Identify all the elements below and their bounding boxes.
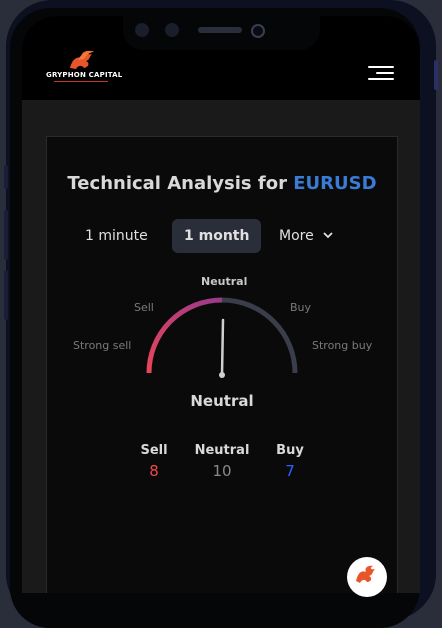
side-button — [434, 60, 438, 90]
tab-more[interactable]: More — [279, 219, 334, 253]
count-sell-label: Sell — [140, 443, 168, 458]
title-prefix: Technical Analysis for — [67, 173, 287, 194]
tab-1-minute[interactable]: 1 minute — [85, 219, 148, 253]
notch-sensor — [165, 23, 179, 37]
side-button — [4, 270, 8, 320]
chevron-down-icon — [323, 232, 333, 239]
hamburger-icon[interactable] — [368, 66, 394, 80]
count-buy-value: 7 — [285, 462, 295, 480]
phone-notch — [123, 10, 320, 50]
side-button — [4, 210, 8, 260]
count-sell: Sell 8 — [119, 443, 189, 480]
count-buy-label: Buy — [276, 443, 304, 458]
count-buy: Buy 7 — [255, 443, 325, 480]
interval-tabs: 1 minute 1 month More — [47, 219, 397, 253]
gauge-needle-hub — [219, 372, 225, 378]
notch-speaker — [198, 27, 242, 33]
brand-underline — [54, 81, 108, 82]
count-sell-value: 8 — [149, 462, 159, 480]
gauge-needle — [220, 318, 225, 377]
camera-icon — [251, 24, 265, 38]
gauge-dial — [146, 297, 298, 378]
gauge-arc-buy — [221, 297, 298, 374]
count-neutral-value: 10 — [212, 462, 232, 480]
phone-screen: GRYPHON CAPITAL Technical Analysis for E… — [22, 16, 420, 593]
brand-name: GRYPHON CAPITAL — [46, 71, 123, 79]
sentiment-gauge: Neutral Sell Buy Strong sell Strong buy — [47, 275, 397, 397]
brand-logo[interactable]: GRYPHON CAPITAL — [46, 48, 123, 88]
gryphon-logo-icon — [356, 565, 375, 583]
floating-logo-button[interactable] — [347, 557, 387, 597]
symbol-link[interactable]: EURUSD — [293, 173, 376, 194]
count-neutral-label: Neutral — [194, 443, 250, 458]
gryphon-logo-icon — [70, 50, 94, 69]
count-neutral: Neutral 10 — [187, 443, 257, 480]
technical-analysis-widget: Technical Analysis for EURUSD 1 minute 1… — [46, 136, 398, 593]
side-button — [4, 165, 8, 189]
widget-title: Technical Analysis for EURUSD — [47, 173, 397, 194]
tab-1-month[interactable]: 1 month — [172, 219, 262, 253]
gauge-arc-sell — [146, 297, 223, 374]
notch-sensor — [135, 23, 149, 37]
verdict-label: Neutral — [190, 392, 254, 410]
tab-more-label: More — [279, 228, 314, 244]
